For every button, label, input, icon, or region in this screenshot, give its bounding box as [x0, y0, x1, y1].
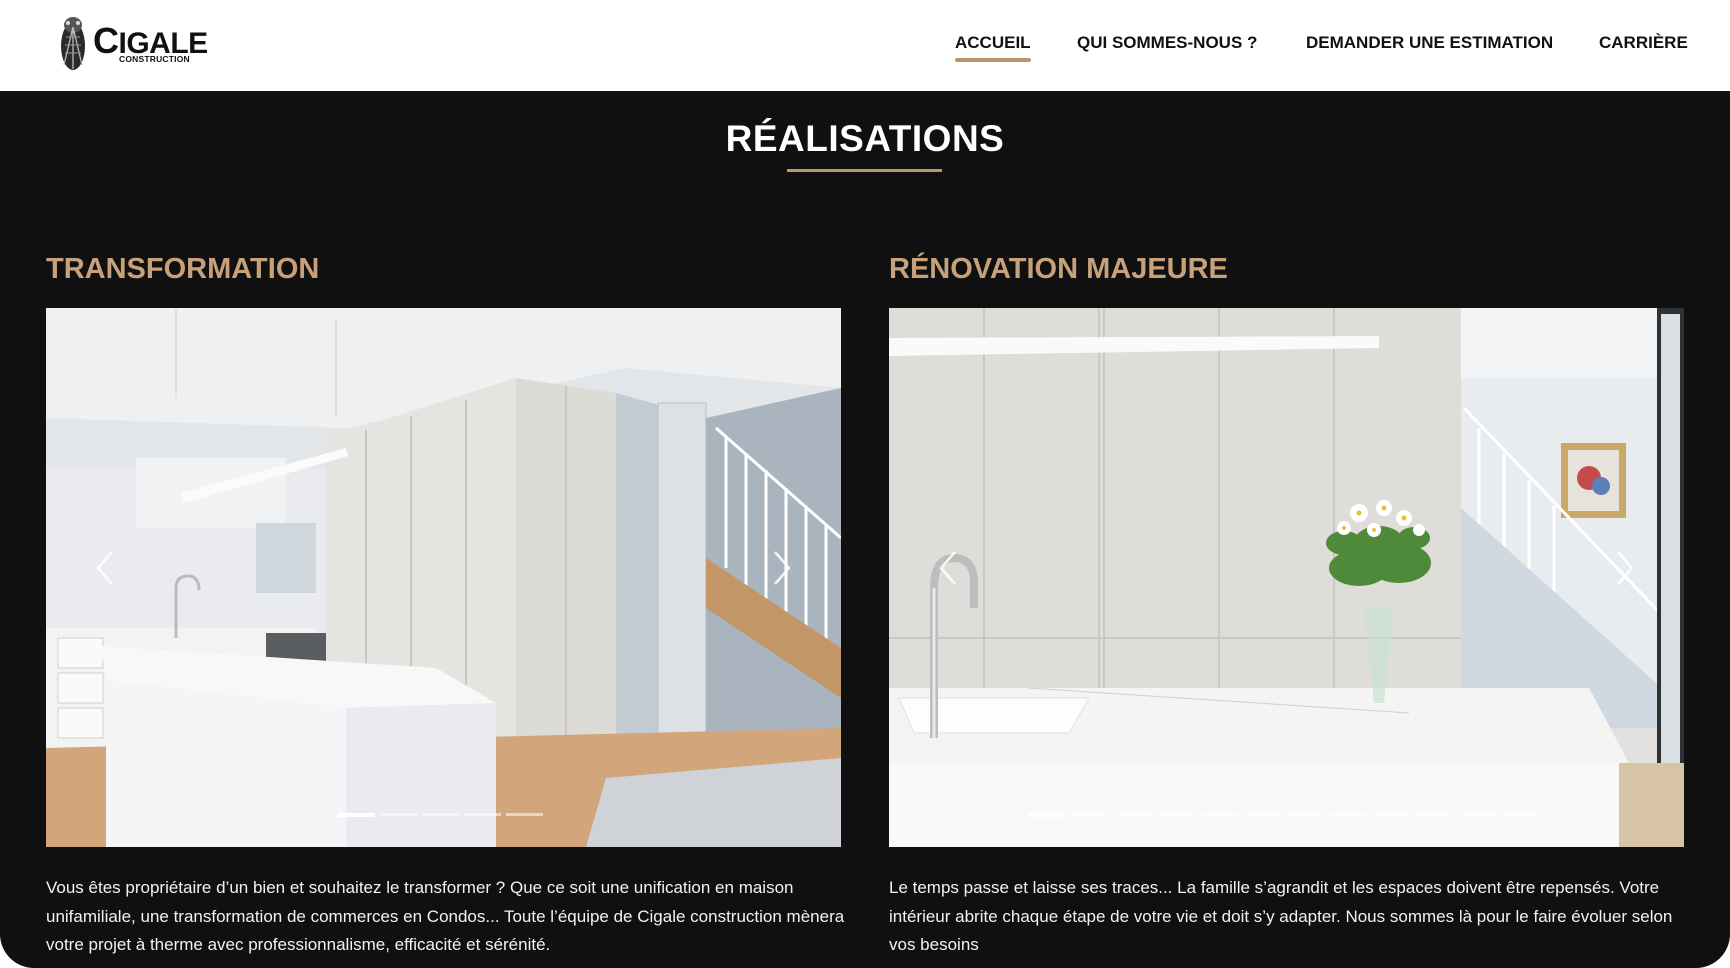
chevron-left-icon[interactable]: [933, 546, 963, 590]
carousel-dot-8[interactable]: [1330, 813, 1367, 816]
carousel-dot-5[interactable]: [506, 813, 543, 816]
carousel-dot-2[interactable]: [1072, 813, 1109, 816]
kitchen-photo: [889, 308, 1684, 847]
nav-item-qui-sommes-nous[interactable]: QUI SOMMES-NOUS ?: [1077, 33, 1257, 53]
carousel-dot-3[interactable]: [1115, 813, 1152, 816]
chevron-left-icon[interactable]: [90, 546, 120, 590]
carousel-dot-12[interactable]: [1502, 813, 1539, 816]
carousel-dot-9[interactable]: [1373, 813, 1410, 816]
carousel-dot-11[interactable]: [1459, 813, 1496, 816]
chevron-right-icon[interactable]: [1610, 546, 1640, 590]
carousel-indicators: [46, 812, 841, 817]
nav-item-carriere[interactable]: CARRIÈRE: [1599, 33, 1688, 53]
site-header: CIGALE CONSTRUCTION ACCUEIL QUI SOMMES-N…: [0, 0, 1730, 91]
carousel-dot-1[interactable]: [1029, 812, 1066, 817]
carousel-dot-10[interactable]: [1416, 813, 1453, 816]
main-nav: ACCUEIL QUI SOMMES-NOUS ? DEMANDER UNE E…: [0, 33, 1730, 63]
nav-item-accueil[interactable]: ACCUEIL: [955, 33, 1031, 62]
project-description: Le temps passe et laisse ses traces... L…: [889, 878, 1673, 954]
carousel-dot-4[interactable]: [464, 813, 501, 816]
carousel-dot-1[interactable]: [338, 812, 375, 817]
carousel-dot-7[interactable]: [1287, 813, 1324, 816]
project-description: Vous êtes propriétaire d’un bien et souh…: [46, 878, 845, 954]
carousel-indicators: [889, 812, 1684, 817]
carousel-dot-3[interactable]: [422, 813, 459, 816]
chevron-right-icon[interactable]: [767, 546, 797, 590]
realisations-section: RÉALISATIONS TRANSFORMATION Vous êtes pr…: [0, 91, 1730, 968]
title-underline: [787, 169, 942, 172]
carousel-dot-6[interactable]: [1244, 813, 1281, 816]
project-title: RÉNOVATION MAJEURE: [889, 253, 1228, 285]
carousel-dot-5[interactable]: [1201, 813, 1238, 816]
carousel-dot-2[interactable]: [380, 813, 417, 816]
kitchen-photo: [46, 308, 841, 847]
carousel-dot-4[interactable]: [1158, 813, 1195, 816]
project-carousel[interactable]: [889, 308, 1684, 847]
project-carousel[interactable]: [46, 308, 841, 847]
project-title: TRANSFORMATION: [46, 253, 320, 285]
section-title: RÉALISATIONS: [725, 118, 1005, 159]
nav-item-demander-estimation[interactable]: DEMANDER UNE ESTIMATION: [1306, 33, 1553, 53]
